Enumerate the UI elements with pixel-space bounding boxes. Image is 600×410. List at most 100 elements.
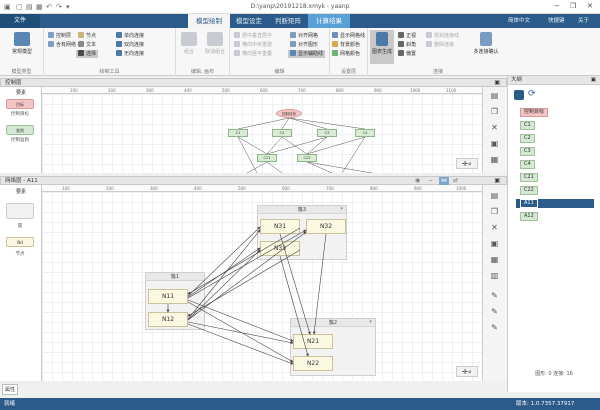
single-connect-button[interactable]: 单向连接	[116, 32, 144, 40]
outline-item-c22[interactable]: C22	[516, 186, 594, 195]
ungroup-button[interactable]: 取消组合	[201, 32, 229, 55]
minimize-button[interactable]: −	[554, 2, 560, 10]
sync-icon[interactable]: ⟳	[528, 89, 536, 99]
multi-confirm-button[interactable]: 多连接确认	[468, 32, 504, 55]
criteria-node-c21[interactable]: C21	[257, 154, 277, 162]
plan-connect-button[interactable]: 规划连接线	[426, 32, 459, 40]
criteria-node-c1[interactable]: C1	[228, 129, 248, 137]
control-layer-button[interactable]: 控制层	[48, 32, 71, 40]
criteria-node-c3[interactable]: C3	[317, 129, 337, 137]
outline-item-a11[interactable]: A11	[516, 199, 594, 208]
minus-icon[interactable]: −	[428, 177, 433, 185]
eye-icon[interactable]: ◉	[415, 177, 420, 185]
pen-icon[interactable]: ✎	[488, 321, 501, 334]
zoom-icon[interactable]: ✛⌕	[456, 366, 478, 377]
delete-icon[interactable]: ✕	[488, 221, 501, 234]
close-button[interactable]: ✕	[587, 2, 593, 10]
tab-model-settings[interactable]: 模型设定	[230, 14, 268, 28]
pen-icon[interactable]: ✎	[488, 289, 501, 302]
text-button[interactable]: 文本	[78, 41, 96, 49]
group-icon	[181, 32, 197, 46]
straight-button[interactable]: 正视	[398, 32, 416, 40]
outline-item-c3[interactable]: C3	[516, 147, 594, 156]
angle-button[interactable]: 斜角	[398, 41, 416, 49]
image-icon[interactable]: ▣	[488, 137, 501, 150]
overlap-icon	[234, 50, 240, 56]
ribbon: 常规模型 模型类型 控制层 含有网络 节点 文本 选择 单向连接 双向连接 无向…	[0, 28, 600, 76]
horizontal-overlap-button[interactable]: 横向竖平重叠	[234, 50, 272, 58]
share-icon[interactable]: ⋈	[439, 177, 449, 185]
criteria-node-c22[interactable]: C22	[297, 154, 317, 162]
outline-item-c21[interactable]: C21	[516, 173, 594, 182]
grid-color-button[interactable]: 网格颜色	[332, 50, 360, 58]
maximize-button[interactable]: ❐	[570, 2, 576, 10]
clipboard-icon[interactable]: ▤	[488, 189, 501, 202]
palette-node-button[interactable]: Nd	[6, 237, 34, 247]
export-icon[interactable]: ▦	[488, 253, 501, 266]
ungroup-icon	[207, 32, 223, 46]
control-toolbar: ▤ ❐ ✕ ▣ ▦	[482, 87, 507, 173]
print-icon[interactable]: ▥	[488, 269, 501, 282]
outline-item-goal[interactable]: 控制目标	[516, 108, 594, 117]
network-icon	[48, 41, 54, 47]
tab-file[interactable]: 文件	[0, 14, 40, 28]
tab-properties[interactable]: 属性	[2, 384, 18, 395]
network-links	[166, 226, 327, 365]
link-icon[interactable]: ⇄	[453, 177, 458, 185]
undirected-connect-button[interactable]: 无向连接	[116, 50, 144, 58]
tab-results[interactable]: 计算结果	[308, 14, 350, 28]
tab-model-draw[interactable]: 模型绘制	[188, 14, 230, 28]
delete-connect-button[interactable]: 删除连接	[426, 41, 454, 49]
double-connect-button[interactable]: 双向连接	[116, 41, 144, 49]
align-center-button[interactable]: 居中垂直居中	[234, 32, 272, 40]
show-gridlines-button[interactable]: 显示网格线	[332, 32, 365, 40]
select-button[interactable]: 选择	[76, 50, 99, 58]
version-text: 版本: 1.0.7357.37917	[516, 401, 575, 407]
outline-item-c4[interactable]: C4	[516, 160, 594, 169]
network-canvas[interactable]: 簇3 ▾ N31 N32 N33 簇1 N11 N12 簇2 ▾ N21 N22	[42, 192, 482, 381]
outline-header: 大纲 ▣	[508, 76, 600, 85]
regular-model-button[interactable]: 常规模型	[4, 32, 40, 55]
outline-item-a12[interactable]: A12	[516, 212, 594, 221]
guide-lines-button[interactable]: 显示辅助线	[288, 50, 326, 58]
outline-item-c1[interactable]: C1	[516, 121, 594, 130]
control-canvas[interactable]: 控制目标 C1 C2 C3 C4 C21 C22 ✛⌕	[42, 94, 482, 173]
palette-cluster-button[interactable]	[6, 203, 34, 219]
palette-criteria-button[interactable]: 准则	[6, 125, 34, 135]
node-button[interactable]: 节点	[78, 32, 96, 40]
control-goal-node[interactable]: 控制目标	[276, 109, 302, 118]
shortcut-link[interactable]: 快捷键	[548, 14, 565, 28]
panel-menu-icon[interactable]: ▣	[494, 79, 500, 87]
criteria-node-c2[interactable]: C2	[272, 129, 292, 137]
refresh-icon[interactable]	[514, 90, 524, 100]
cursor-icon	[78, 50, 84, 56]
group-button[interactable]: 组合	[178, 32, 200, 55]
offset-button[interactable]: 偏置	[398, 50, 416, 58]
snap-shape-button[interactable]: 对齐图形	[290, 41, 318, 49]
copy-icon[interactable]: ❐	[488, 205, 501, 218]
delete-icon[interactable]: ✕	[488, 121, 501, 134]
group-model-type: 常规模型 模型类型	[0, 28, 44, 76]
outline-item-c2[interactable]: C2	[516, 134, 594, 143]
panel-menu-icon[interactable]: ▣	[591, 76, 596, 85]
title-bar: ▣ ▢ ▤ ▦ ↶ ↷ ▾ D:\yanp\20191218.xmyk - ya…	[0, 0, 600, 14]
pen-icon[interactable]: ✎	[488, 305, 501, 318]
copy-icon[interactable]: ❐	[488, 105, 501, 118]
chart-generate-button[interactable]: 图表生成	[370, 30, 394, 64]
horizontal-rebuild-button[interactable]: 横向中央重建	[234, 41, 272, 49]
bg-color-button[interactable]: 背景颜色	[332, 41, 360, 49]
network-button[interactable]: 含有网络	[48, 41, 76, 49]
zoom-icon[interactable]: ✛⌕	[456, 158, 478, 169]
snap-grid-button[interactable]: 对齐网格	[290, 32, 318, 40]
export-icon[interactable]: ▦	[488, 153, 501, 166]
criteria-node-c4[interactable]: C4	[355, 129, 375, 137]
clipboard-icon[interactable]: ▤	[488, 89, 501, 102]
about-link[interactable]: 关于	[578, 14, 589, 28]
status-text: 就绪	[4, 401, 16, 407]
image-icon[interactable]: ▣	[488, 237, 501, 250]
tab-judgement-matrix[interactable]: 判断矩阵	[268, 14, 308, 28]
language-select[interactable]: 简体中文	[508, 14, 530, 28]
panel-menu-icon[interactable]: ▣	[494, 177, 500, 185]
line-icon	[116, 50, 122, 56]
palette-goal-button[interactable]: 目标	[6, 99, 34, 109]
